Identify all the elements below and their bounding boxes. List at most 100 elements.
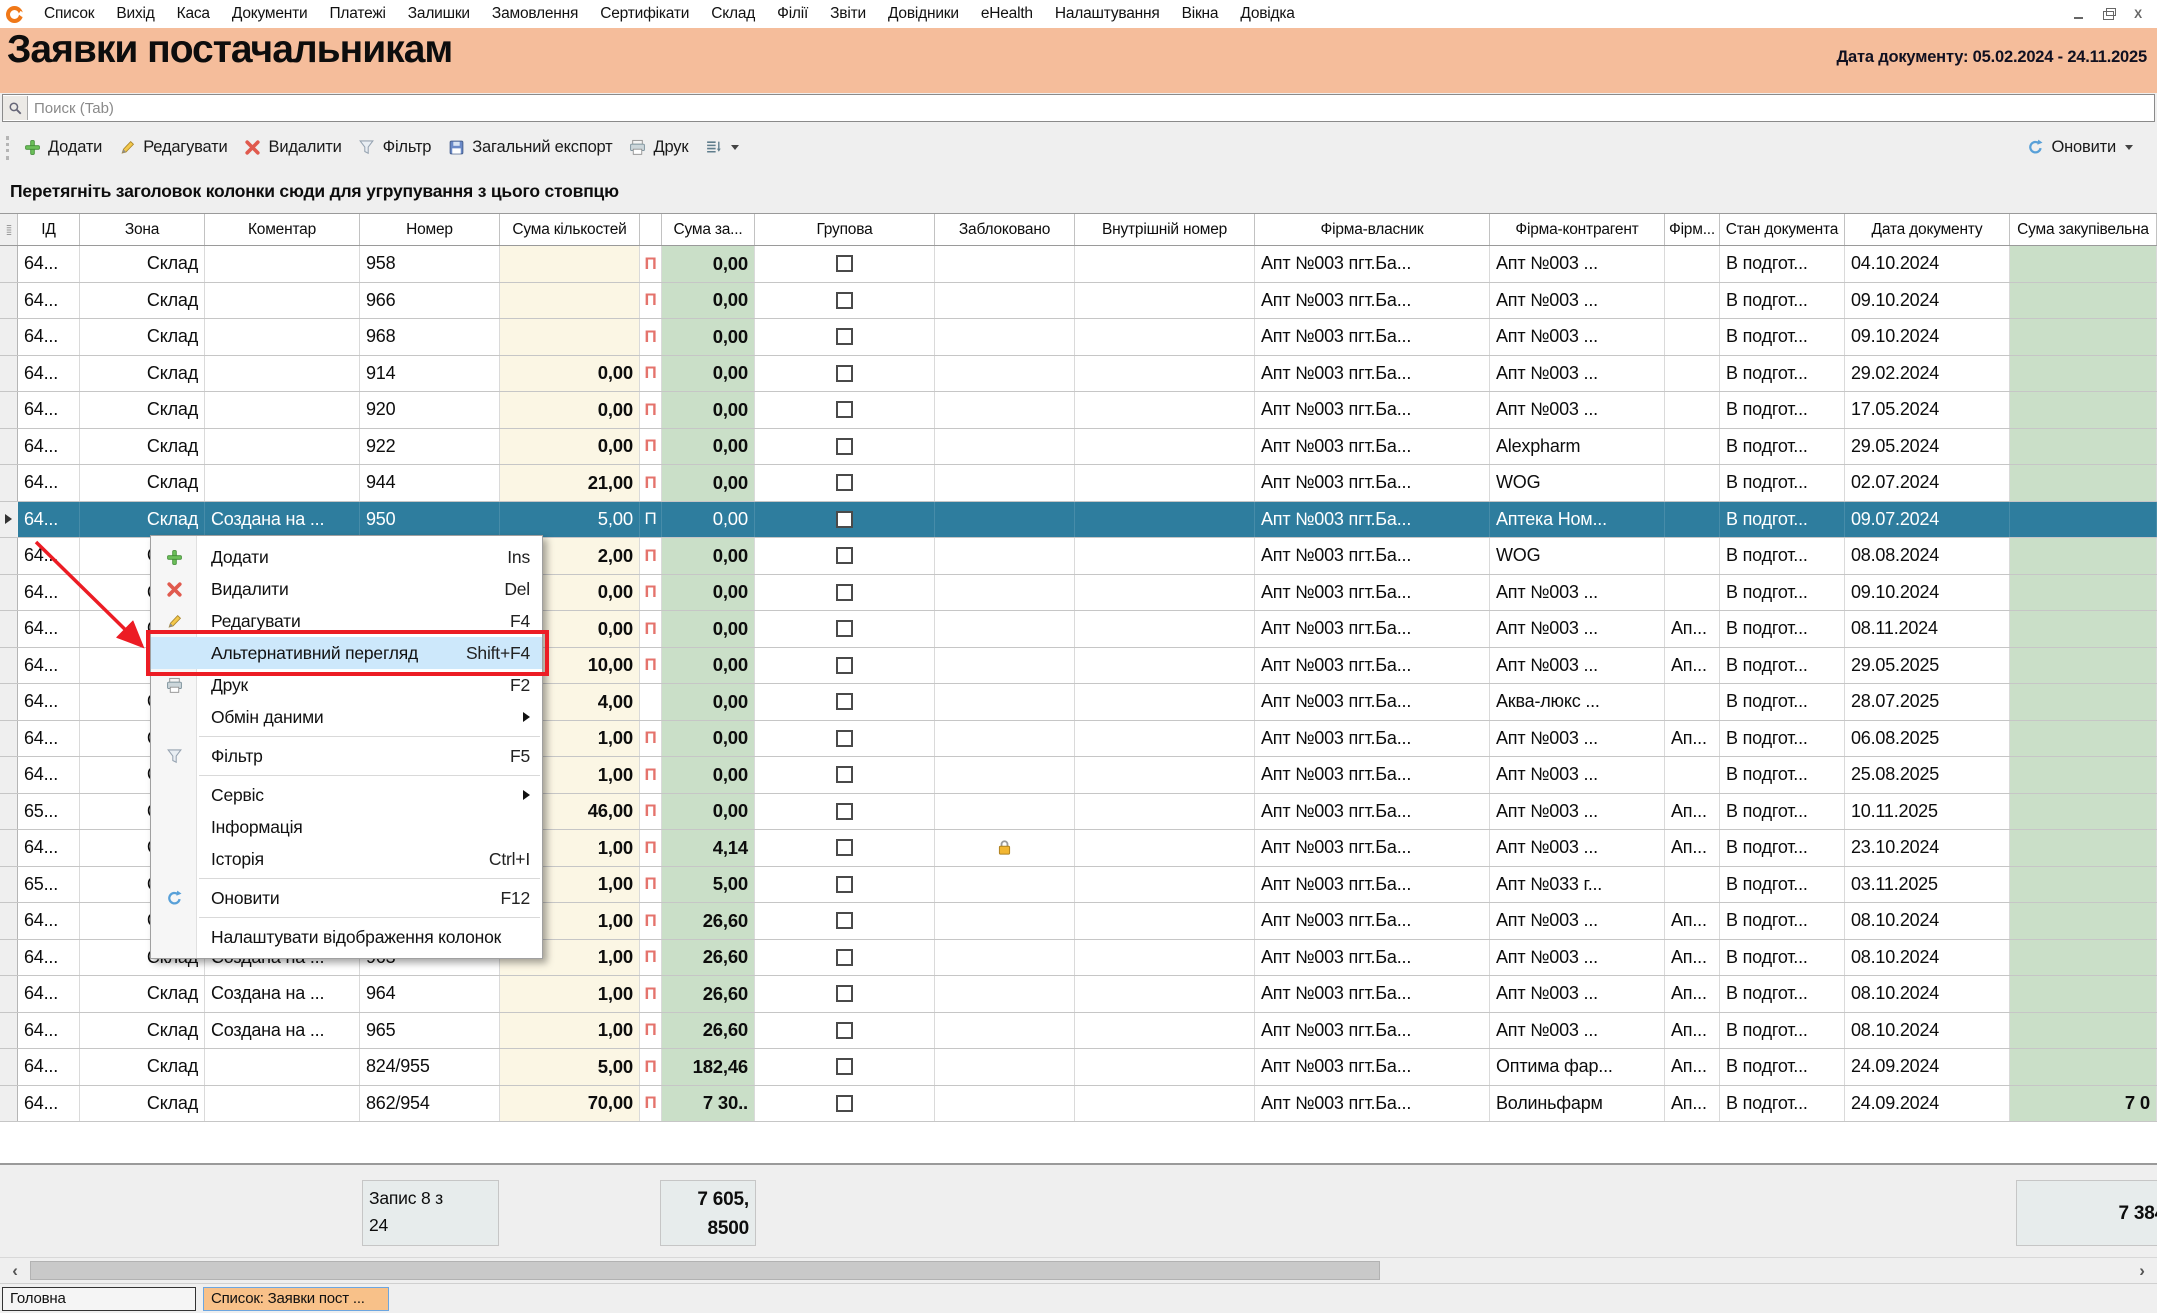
grouped-checkbox[interactable] [836,547,853,564]
grouped-checkbox[interactable] [836,620,853,637]
toolbar-button-listcfg[interactable] [696,134,747,162]
menubar-item[interactable]: Довідники [877,5,970,23]
taskbar-tab-list[interactable]: Список: Заявки пост ... [203,1287,389,1311]
grouped-checkbox[interactable] [836,985,853,1002]
column-header-date[interactable]: Дата документу [1845,214,2010,245]
table-row[interactable]: 64...Склад9220,00П0,00Апт №003 пгт.Ба...… [0,429,2157,466]
toolbar-button-оновити[interactable]: Оновити [2019,133,2141,162]
grouped-checkbox[interactable] [836,839,853,856]
column-header-flag[interactable] [640,214,662,245]
table-row[interactable]: 64...СкладСоздана на ...9641,00П26,60Апт… [0,976,2157,1013]
menubar-item[interactable]: Склад [700,5,766,23]
toolbar-button-загальний-експорт[interactable]: Загальний експорт [439,133,620,162]
context-menu-item[interactable]: ДодатиIns [151,541,542,573]
restore-icon[interactable] [2095,5,2121,23]
context-menu-item[interactable]: ФільтрF5 [151,740,542,772]
context-menu-item[interactable]: Сервіс [151,779,542,811]
table-row[interactable]: 64...Склад9140,00П0,00Апт №003 пгт.Ба...… [0,356,2157,393]
grouped-checkbox[interactable] [836,1095,853,1112]
toolbar-grip[interactable] [6,136,9,160]
grouped-checkbox[interactable] [836,657,853,674]
table-row[interactable]: 64...Склад862/95470,00П7 30..Апт №003 пг… [0,1086,2157,1123]
toolbar-button-додати[interactable]: Додати [15,133,110,162]
column-header-number[interactable]: Номер [360,214,500,245]
menubar-item[interactable]: Сертифікати [589,5,700,23]
scroll-right-icon[interactable]: › [2129,1258,2155,1283]
menubar-item[interactable]: Вихід [105,5,165,23]
menubar-item[interactable]: eHealth [970,5,1044,23]
menubar-item[interactable]: Платежі [318,5,396,23]
menubar-item[interactable]: Замовлення [481,5,589,23]
taskbar-tab-home[interactable]: Головна [2,1287,196,1311]
table-row[interactable]: 64...Склад968П0,00Апт №003 пгт.Ба...Апт … [0,319,2157,356]
column-header-purchase[interactable]: Сума закупівельна [2010,214,2157,245]
grouped-checkbox[interactable] [836,584,853,601]
column-header-comment[interactable]: Коментар [205,214,360,245]
grouped-checkbox[interactable] [836,255,853,272]
grouped-checkbox[interactable] [836,365,853,382]
grouped-checkbox[interactable] [836,401,853,418]
grouped-checkbox[interactable] [836,730,853,747]
column-header-state[interactable]: Стан документа [1720,214,1845,245]
grouped-checkbox[interactable] [836,328,853,345]
grouped-checkbox[interactable] [836,876,853,893]
context-menu-item[interactable]: ІсторіяCtrl+I [151,843,542,875]
menubar-item[interactable]: Каса [166,5,221,23]
menubar-item[interactable]: Список [33,5,105,23]
scroll-left-icon[interactable]: ‹ [2,1258,28,1283]
close-icon[interactable]: X [2125,5,2151,23]
context-menu-item[interactable]: Обмін даними [151,701,542,733]
groupby-panel[interactable]: Перетягніть заголовок колонки сюди для у… [0,170,2157,213]
minimize-icon[interactable] [2065,5,2091,23]
menubar-item[interactable]: Налаштування [1044,5,1171,23]
column-header-firm[interactable]: Фірм... [1665,214,1720,245]
grouped-checkbox[interactable] [836,511,853,528]
column-header-id[interactable]: ІД [18,214,80,245]
menubar-item[interactable]: Довідка [1229,5,1305,23]
menubar-item[interactable]: Документи [221,5,319,23]
grouped-checkbox[interactable] [836,438,853,455]
table-row[interactable]: 64...СкладСоздана на ...9651,00П26,60Апт… [0,1013,2157,1050]
table-row[interactable]: 64...Склад9200,00П0,00Апт №003 пгт.Ба...… [0,392,2157,429]
search-input[interactable] [28,99,2154,118]
column-header-sum[interactable]: Сума за... [662,214,755,245]
grouped-checkbox[interactable] [836,1022,853,1039]
context-menu-item[interactable]: ОновитиF12 [151,882,542,914]
column-header-qty[interactable]: Сума кількостей [500,214,640,245]
column-header-locked[interactable]: Заблоковано [935,214,1075,245]
menubar-item[interactable]: Вікна [1171,5,1230,23]
toolbar-button-видалити[interactable]: Видалити [236,133,350,162]
grouped-checkbox[interactable] [836,1058,853,1075]
context-menu-item[interactable]: ВидалитиDel [151,573,542,605]
grouped-checkbox[interactable] [836,766,853,783]
scrollbar-thumb[interactable] [30,1261,1380,1280]
grouped-checkbox[interactable] [836,474,853,491]
toolbar-button-друк[interactable]: Друк [621,133,697,162]
grouped-checkbox[interactable] [836,292,853,309]
table-row[interactable]: 64...Склад824/9555,00П182,46Апт №003 пгт… [0,1049,2157,1086]
grouped-checkbox[interactable] [836,949,853,966]
table-row[interactable]: 64...СкладСоздана на ...9505,00П0,00Апт … [0,502,2157,539]
search-icon[interactable] [3,96,28,120]
context-menu-item[interactable]: Налаштувати відображення колонок [151,921,542,953]
context-menu-item[interactable]: ДрукF2 [151,669,542,701]
column-header-internal[interactable]: Внутрішній номер [1075,214,1255,245]
menubar-item[interactable]: Філії [766,5,819,23]
grouped-checkbox[interactable] [836,912,853,929]
column-header-zone[interactable]: Зона [80,214,205,245]
grouped-checkbox[interactable] [836,693,853,710]
toolbar-button-редагувати[interactable]: Редагувати [110,133,235,162]
column-header-marker[interactable] [0,214,18,245]
table-row[interactable]: 64...Склад958П0,00Апт №003 пгт.Ба...Апт … [0,246,2157,283]
grouped-checkbox[interactable] [836,803,853,820]
column-header-group[interactable]: Групова [755,214,935,245]
context-menu-item[interactable]: РедагуватиF4 [151,605,542,637]
column-header-contragent[interactable]: Фірма-контрагент [1490,214,1665,245]
table-row[interactable]: 64...Склад966П0,00Апт №003 пгт.Ба...Апт … [0,283,2157,320]
context-menu-item[interactable]: Інформація [151,811,542,843]
toolbar-button-фільтр[interactable]: Фільтр [350,133,440,162]
table-row[interactable]: 64...Склад94421,00П0,00Апт №003 пгт.Ба..… [0,465,2157,502]
menubar-item[interactable]: Звіти [819,5,877,23]
column-header-owner[interactable]: Фірма-власник [1255,214,1490,245]
context-menu-item[interactable]: Альтернативний переглядShift+F4 [151,637,542,669]
